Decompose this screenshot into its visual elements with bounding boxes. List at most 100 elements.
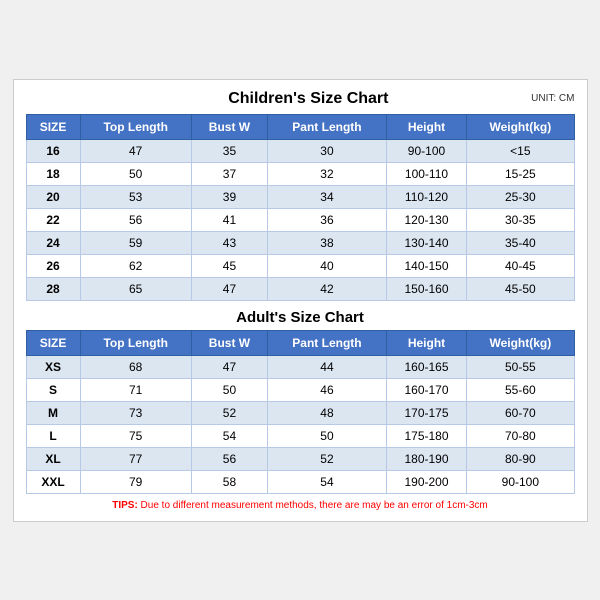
table-cell: XS	[26, 355, 80, 378]
children-col-header: Pant Length	[268, 114, 387, 139]
table-cell: 70-80	[467, 424, 574, 447]
table-row: 26624540140-15040-45	[26, 254, 574, 277]
table-cell: 60-70	[467, 401, 574, 424]
children-col-header: Height	[386, 114, 466, 139]
table-cell: 55-60	[467, 378, 574, 401]
table-cell: 53	[80, 185, 191, 208]
table-row: 24594338130-14035-40	[26, 231, 574, 254]
table-cell: 45	[191, 254, 267, 277]
table-cell: 36	[268, 208, 387, 231]
table-cell: 56	[191, 447, 267, 470]
tips-row: TIPS: Due to different measurement metho…	[26, 500, 575, 511]
table-cell: 34	[268, 185, 387, 208]
tips-text: TIPS: Due to different measurement metho…	[112, 500, 488, 511]
table-cell: 20	[26, 185, 80, 208]
table-row: L755450175-18070-80	[26, 424, 574, 447]
adult-section-title-row: Adult's Size Chart	[26, 301, 574, 331]
children-header-row: SIZETop LengthBust WPant LengthHeightWei…	[26, 114, 574, 139]
adult-table: Adult's Size Chart SIZETop LengthBust WP…	[26, 301, 575, 494]
adult-col-header: Bust W	[191, 330, 267, 355]
table-row: XXL795854190-20090-100	[26, 470, 574, 493]
table-cell: 16	[26, 139, 80, 162]
table-cell: 52	[268, 447, 387, 470]
table-cell: 25-30	[467, 185, 574, 208]
table-cell: 140-150	[386, 254, 466, 277]
table-cell: 150-160	[386, 277, 466, 300]
table-row: XS684744160-16550-55	[26, 355, 574, 378]
table-cell: M	[26, 401, 80, 424]
table-cell: 180-190	[386, 447, 466, 470]
children-table: SIZETop LengthBust WPant LengthHeightWei…	[26, 114, 575, 301]
table-cell: 75	[80, 424, 191, 447]
table-cell: 130-140	[386, 231, 466, 254]
adult-col-header: Height	[386, 330, 466, 355]
children-chart-title: Children's Size Chart	[86, 90, 532, 108]
children-col-header: Top Length	[80, 114, 191, 139]
table-cell: 100-110	[386, 162, 466, 185]
table-cell: 59	[80, 231, 191, 254]
table-cell: 190-200	[386, 470, 466, 493]
table-row: XL775652180-19080-90	[26, 447, 574, 470]
table-cell: 28	[26, 277, 80, 300]
adult-chart-title: Adult's Size Chart	[26, 301, 574, 331]
table-cell: 46	[268, 378, 387, 401]
table-cell: 43	[191, 231, 267, 254]
chart-container: Children's Size Chart UNIT: CM SIZETop L…	[13, 79, 588, 522]
children-col-header: SIZE	[26, 114, 80, 139]
table-cell: 18	[26, 162, 80, 185]
table-cell: 41	[191, 208, 267, 231]
table-row: M735248170-17560-70	[26, 401, 574, 424]
adult-col-header: Weight(kg)	[467, 330, 574, 355]
table-row: 1647353090-100<15	[26, 139, 574, 162]
table-cell: 35	[191, 139, 267, 162]
table-cell: 54	[268, 470, 387, 493]
adult-col-header: Pant Length	[268, 330, 387, 355]
table-cell: 120-130	[386, 208, 466, 231]
table-cell: <15	[467, 139, 574, 162]
adult-header-row: SIZETop LengthBust WPant LengthHeightWei…	[26, 330, 574, 355]
table-row: 22564136120-13030-35	[26, 208, 574, 231]
table-cell: 39	[191, 185, 267, 208]
table-cell: 160-165	[386, 355, 466, 378]
table-cell: 38	[268, 231, 387, 254]
table-cell: 47	[191, 355, 267, 378]
table-cell: 90-100	[467, 470, 574, 493]
table-cell: 30	[268, 139, 387, 162]
table-cell: 79	[80, 470, 191, 493]
table-cell: 160-170	[386, 378, 466, 401]
table-cell: 170-175	[386, 401, 466, 424]
table-cell: 42	[268, 277, 387, 300]
table-cell: 37	[191, 162, 267, 185]
table-row: 20533934110-12025-30	[26, 185, 574, 208]
table-cell: 54	[191, 424, 267, 447]
table-cell: 58	[191, 470, 267, 493]
table-cell: 50-55	[467, 355, 574, 378]
table-row: 18503732100-11015-25	[26, 162, 574, 185]
table-cell: 40-45	[467, 254, 574, 277]
table-cell: XXL	[26, 470, 80, 493]
table-cell: 48	[268, 401, 387, 424]
table-cell: 68	[80, 355, 191, 378]
table-cell: 62	[80, 254, 191, 277]
table-cell: 50	[191, 378, 267, 401]
table-cell: 65	[80, 277, 191, 300]
table-cell: 110-120	[386, 185, 466, 208]
table-row: 28654742150-16045-50	[26, 277, 574, 300]
table-cell: 35-40	[467, 231, 574, 254]
children-col-header: Bust W	[191, 114, 267, 139]
table-cell: 22	[26, 208, 80, 231]
table-cell: 71	[80, 378, 191, 401]
table-cell: 77	[80, 447, 191, 470]
table-cell: 50	[268, 424, 387, 447]
table-cell: S	[26, 378, 80, 401]
table-cell: 26	[26, 254, 80, 277]
table-row: S715046160-17055-60	[26, 378, 574, 401]
table-cell: 24	[26, 231, 80, 254]
table-cell: 30-35	[467, 208, 574, 231]
table-cell: 52	[191, 401, 267, 424]
table-cell: 47	[80, 139, 191, 162]
table-cell: 80-90	[467, 447, 574, 470]
adult-col-header: SIZE	[26, 330, 80, 355]
table-cell: XL	[26, 447, 80, 470]
table-cell: 50	[80, 162, 191, 185]
